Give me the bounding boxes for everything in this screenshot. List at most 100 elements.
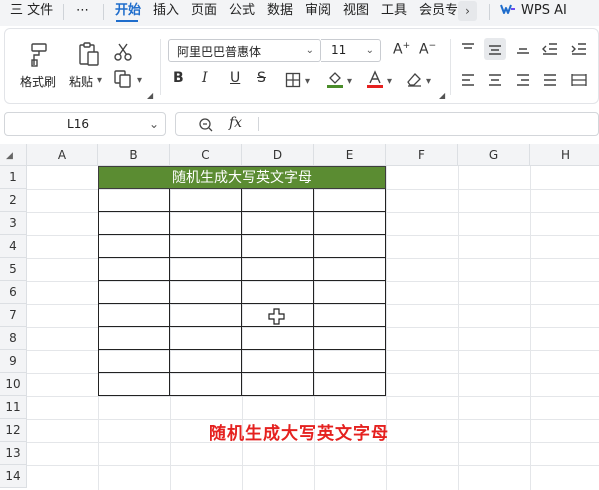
row-header[interactable]: 6 [0, 281, 27, 304]
tab-data[interactable]: 数据 [267, 0, 293, 26]
table-cell[interactable] [98, 281, 170, 304]
row-header[interactable]: 9 [0, 350, 27, 373]
align-bottom-icon[interactable] [515, 42, 531, 56]
align-center-icon[interactable] [487, 73, 503, 87]
tab-insert[interactable]: 插入 [153, 0, 179, 26]
table-title-cell[interactable]: 随机生成大写英文字母 [98, 166, 386, 189]
name-box[interactable]: L16 ⌄ [4, 112, 166, 136]
increase-indent-icon[interactable] [570, 42, 588, 56]
paste-label[interactable]: 粘贴 [69, 73, 93, 90]
format-painter-label[interactable]: 格式刷 [20, 73, 56, 90]
border-icon[interactable] [285, 72, 301, 88]
table-cell[interactable] [170, 350, 242, 373]
align-left-icon[interactable] [460, 73, 476, 87]
row-header[interactable]: 11 [0, 396, 27, 419]
row-header[interactable]: 3 [0, 212, 27, 235]
table-cell[interactable] [314, 189, 386, 212]
table-cell[interactable] [242, 212, 314, 235]
copy-icon[interactable] [113, 69, 133, 89]
table-cell[interactable] [314, 212, 386, 235]
table-cell[interactable] [314, 327, 386, 350]
row-header[interactable]: 8 [0, 327, 27, 350]
bold-icon[interactable]: B [173, 70, 184, 86]
table-cell[interactable] [314, 373, 386, 396]
border-dropdown-icon[interactable]: ▾ [305, 76, 310, 87]
row-header[interactable]: 4 [0, 235, 27, 258]
align-middle-button[interactable] [484, 38, 506, 60]
file-menu[interactable]: 三 文件 [10, 0, 53, 26]
paste-dropdown-icon[interactable]: ▾ [97, 75, 102, 86]
decrease-indent-icon[interactable] [541, 42, 559, 56]
table-cell[interactable] [242, 235, 314, 258]
table-cell[interactable] [98, 304, 170, 327]
row-header[interactable]: 1 [0, 166, 27, 189]
table-cell[interactable] [314, 350, 386, 373]
table-cell[interactable] [170, 304, 242, 327]
tab-home[interactable]: 开始 [115, 0, 141, 26]
formula-bar[interactable]: fx [175, 112, 599, 136]
clear-dropdown-icon[interactable]: ▾ [426, 76, 431, 87]
more-menu[interactable]: ⋯ [76, 0, 89, 26]
table-cell[interactable] [242, 281, 314, 304]
table-cell[interactable] [314, 235, 386, 258]
table-cell[interactable] [98, 235, 170, 258]
increase-font-icon[interactable]: A+ [393, 41, 410, 58]
tab-page[interactable]: 页面 [191, 0, 217, 26]
table-cell[interactable] [98, 258, 170, 281]
column-header-g[interactable]: G [458, 144, 530, 166]
tab-member[interactable]: 会员专 [419, 0, 458, 26]
insert-function-icon[interactable]: fx [229, 115, 242, 131]
column-header-a[interactable]: A [27, 144, 98, 166]
table-cell[interactable] [242, 327, 314, 350]
table-cell[interactable] [170, 258, 242, 281]
column-header-c[interactable]: C [170, 144, 242, 166]
table-cell[interactable] [242, 373, 314, 396]
table-cell[interactable] [170, 212, 242, 235]
font-launcher-icon[interactable]: ◢ [439, 91, 445, 100]
row-header[interactable]: 5 [0, 258, 27, 281]
table-cell[interactable] [98, 189, 170, 212]
copy-dropdown-icon[interactable]: ▾ [137, 75, 142, 86]
table-cell[interactable] [98, 327, 170, 350]
column-header-f[interactable]: F [386, 144, 458, 166]
italic-icon[interactable]: I [202, 70, 208, 86]
clipboard-launcher-icon[interactable]: ◢ [147, 91, 153, 100]
font-name-select[interactable]: 阿里巴巴普惠体 ⌄ [168, 39, 321, 62]
table-cell[interactable] [170, 281, 242, 304]
row-header[interactable]: 7 [0, 304, 27, 327]
row-header[interactable]: 12 [0, 419, 27, 442]
tab-tools[interactable]: 工具 [381, 0, 407, 26]
zoom-icon[interactable] [198, 117, 214, 133]
row-header[interactable]: 13 [0, 442, 27, 465]
more-tabs-button[interactable]: › [458, 1, 477, 21]
table-cell[interactable] [170, 327, 242, 350]
font-color-icon[interactable] [365, 69, 385, 89]
table-cell[interactable] [242, 258, 314, 281]
tab-formula[interactable]: 公式 [229, 0, 255, 26]
chevron-down-icon[interactable]: ⌄ [149, 117, 159, 131]
row-header[interactable]: 14 [0, 465, 27, 488]
table-cell[interactable] [170, 373, 242, 396]
table-cell[interactable] [314, 281, 386, 304]
column-header-d[interactable]: D [242, 144, 314, 166]
paste-icon[interactable] [76, 41, 102, 67]
column-header-h[interactable]: H [530, 144, 599, 166]
table-cell[interactable] [170, 235, 242, 258]
eraser-icon[interactable] [405, 70, 423, 88]
underline-icon[interactable]: U [230, 70, 240, 86]
tab-view[interactable]: 视图 [343, 0, 369, 26]
select-all-corner[interactable]: ◢ [0, 144, 27, 166]
column-header-b[interactable]: B [98, 144, 170, 166]
decrease-font-icon[interactable]: A− [419, 41, 436, 58]
table-cell[interactable] [98, 350, 170, 373]
fill-dropdown-icon[interactable]: ▾ [347, 76, 352, 87]
strikethrough-icon[interactable]: S [257, 70, 266, 86]
caption-text[interactable]: 随机生成大写英文字母 [170, 419, 428, 444]
wps-ai-button[interactable]: WPS AI [500, 0, 567, 22]
distributed-align-icon[interactable] [570, 73, 588, 87]
table-cell[interactable] [98, 212, 170, 235]
table-cell[interactable] [314, 258, 386, 281]
row-header[interactable]: 2 [0, 189, 27, 212]
fill-color-icon[interactable] [325, 69, 345, 89]
align-right-icon[interactable] [515, 73, 531, 87]
